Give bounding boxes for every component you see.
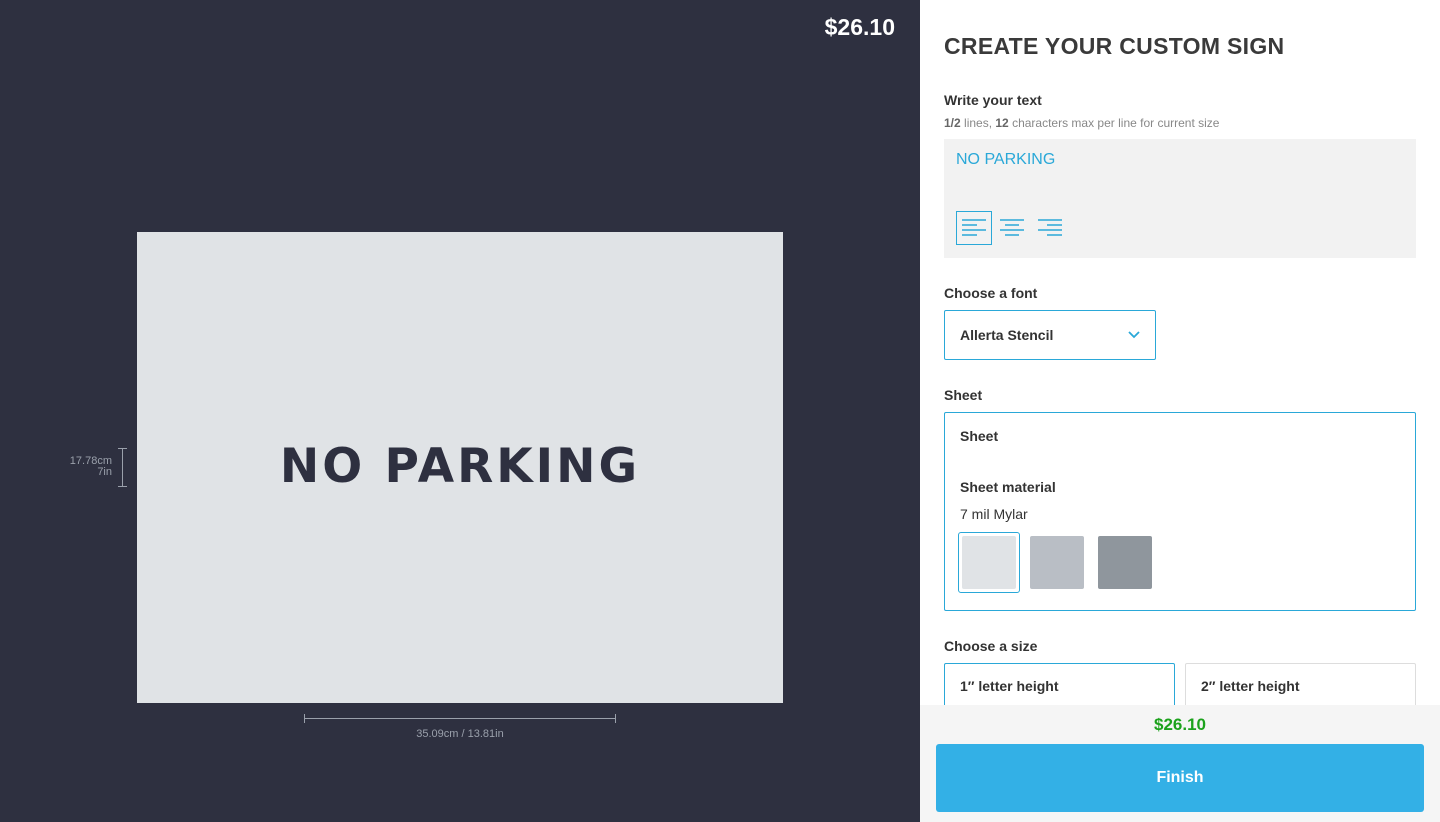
hint-chars-suffix: characters max per line for current size <box>1008 116 1220 130</box>
hint-lines-suffix: lines, <box>960 116 996 130</box>
color-swatch-1[interactable] <box>958 532 1020 593</box>
height-dimension-cap-bottom <box>118 486 127 487</box>
preview-panel: $26.10 NO PARKING 17.78cm 7in 35.09cm / … <box>0 0 920 822</box>
swatch-fill <box>1030 536 1084 589</box>
font-select-value: Allerta Stencil <box>960 327 1054 343</box>
text-section-label: Write your text <box>944 92 1042 108</box>
sign-preview-text: NO PARKING <box>279 439 641 494</box>
align-center-button[interactable] <box>994 211 1030 245</box>
font-select[interactable]: Allerta Stencil <box>944 310 1156 360</box>
height-dimension-label: 17.78cm 7in <box>70 456 112 478</box>
sign-text-input[interactable]: NO PARKING <box>944 139 1416 258</box>
checkout-footer: $26.10 Finish <box>920 705 1440 822</box>
sheet-section-label: Sheet <box>944 387 983 403</box>
align-right-button[interactable] <box>1032 211 1068 245</box>
height-dimension-cap-top <box>118 448 127 449</box>
sheet-options: Sheet Sheet material 7 mil Mylar <box>944 412 1416 611</box>
align-left-icon <box>962 219 986 236</box>
width-dimension: 35.09cm / 13.81in <box>304 713 616 743</box>
color-swatch-3[interactable] <box>1094 532 1156 593</box>
align-center-icon <box>1000 219 1024 236</box>
height-dimension-line <box>122 448 123 487</box>
finish-button[interactable]: Finish <box>936 744 1424 812</box>
alignment-group <box>956 211 1068 245</box>
config-panel: CREATE YOUR CUSTOM SIGN Write your text … <box>920 0 1440 822</box>
color-swatch-group <box>958 532 1156 593</box>
text-hint: 1/2 lines, 12 characters max per line fo… <box>944 116 1219 130</box>
sheet-inner-title: Sheet <box>960 428 999 444</box>
width-dimension-cap-left <box>304 714 305 723</box>
color-swatch-2[interactable] <box>1026 532 1088 593</box>
sheet-material-value: 7 mil Mylar <box>960 506 1028 522</box>
align-right-icon <box>1038 219 1062 236</box>
hint-chars: 12 <box>995 116 1009 130</box>
chevron-down-icon <box>1128 331 1140 339</box>
align-left-button[interactable] <box>956 211 992 245</box>
swatch-fill <box>1098 536 1152 589</box>
preview-price: $26.10 <box>824 14 895 40</box>
height-dimension: 17.78cm 7in <box>58 448 128 488</box>
size-section-label: Choose a size <box>944 638 1038 654</box>
sign-text-value[interactable]: NO PARKING <box>956 151 1055 169</box>
hint-lines: 1/2 <box>944 116 961 130</box>
total-price: $26.10 <box>1154 715 1206 734</box>
height-in: 7in <box>97 466 112 478</box>
font-section-label: Choose a font <box>944 285 1038 301</box>
sign-preview: NO PARKING <box>137 232 783 703</box>
sheet-material-label: Sheet material <box>960 479 1056 495</box>
swatch-fill <box>962 536 1016 589</box>
size-option-label: 1″ letter height <box>960 678 1059 694</box>
width-dimension-cap-right <box>615 714 616 723</box>
size-option-label: 2″ letter height <box>1201 678 1300 694</box>
width-dimension-label: 35.09cm / 13.81in <box>416 728 504 740</box>
width-dimension-line <box>304 718 616 719</box>
page-title: CREATE YOUR CUSTOM SIGN <box>944 33 1285 59</box>
